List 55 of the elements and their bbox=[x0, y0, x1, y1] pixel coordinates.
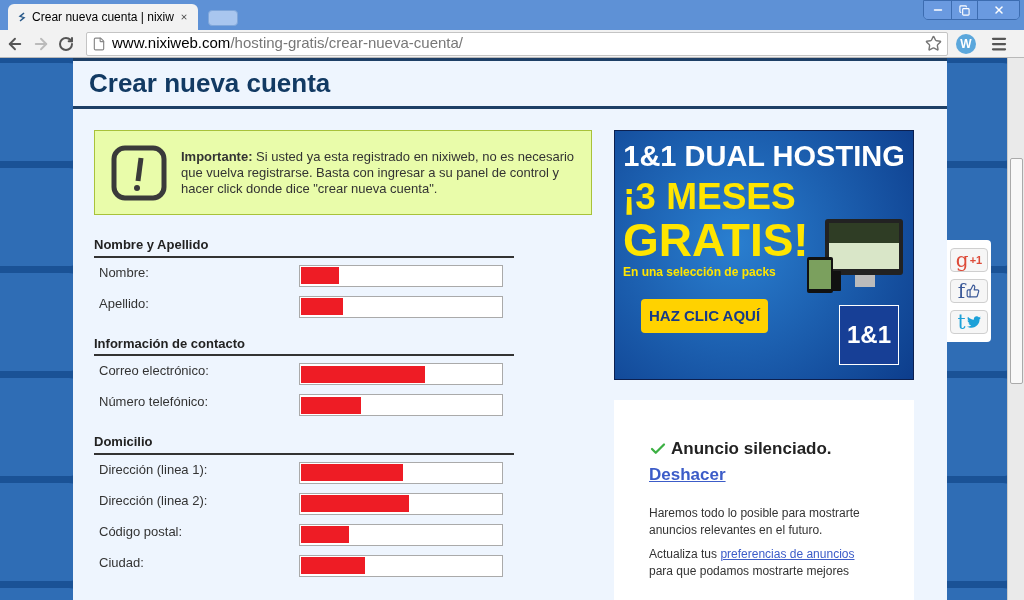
field-label: Dirección (linea 1): bbox=[98, 460, 209, 479]
google-letter: g bbox=[955, 250, 969, 270]
input-field[interactable] bbox=[299, 295, 503, 318]
section-heading: Nombre y Apellido bbox=[94, 235, 514, 258]
input-field[interactable] bbox=[299, 394, 503, 416]
input-field[interactable] bbox=[299, 264, 503, 287]
close-window-button[interactable] bbox=[977, 1, 1019, 19]
notice-text: Importante: Si usted ya esta registrado en nixiweb, no es necesario que vuelva registrarse. Basta con ingresar a su panel de control y hacer click donde dice "crear nueva cuenta". bbox=[181, 148, 576, 197]
field-label: Código postal: bbox=[98, 522, 184, 541]
ad-banner[interactable]: 1&1 DUAL HOSTING ¡3 MESES GRATIS! En una selección de packs HAZ CLIC AQUÍ 1&1 bbox=[614, 130, 914, 380]
scrollbar[interactable] bbox=[1007, 58, 1024, 600]
ad-notice-message: Haremos todo lo posible para mostrarte anuncios relevantes en el futuro. bbox=[649, 505, 861, 539]
page-title: Crear nueva cuenta bbox=[89, 67, 331, 100]
url-text: www.nixiweb.com/hosting-gratis/crear-nueva-cuenta/ bbox=[112, 33, 463, 54]
field-label: Correo electrónico: bbox=[98, 362, 210, 380]
browser-tab[interactable]: Crear nueva cuenta | nixiw bbox=[8, 4, 198, 30]
page-icon bbox=[92, 36, 106, 51]
field-label: Dirección (linea 2): bbox=[98, 491, 209, 510]
input-field[interactable] bbox=[299, 523, 503, 546]
input-field[interactable] bbox=[299, 461, 503, 484]
ad-notice-title: Anuncio silenciado. bbox=[671, 438, 832, 460]
input-field[interactable] bbox=[299, 554, 503, 577]
restore-icon bbox=[959, 4, 970, 16]
section-heading: Domicilio bbox=[94, 432, 514, 455]
tab-title: Crear nueva cuenta | nixiw bbox=[32, 9, 174, 26]
ad-offer: GRATIS! bbox=[623, 217, 809, 263]
facebook-letter: f bbox=[957, 281, 966, 301]
warning-icon bbox=[111, 144, 167, 201]
input-field[interactable] bbox=[299, 363, 503, 385]
undo-link[interactable]: Deshacer bbox=[649, 461, 726, 487]
ad-logo: 1&1 bbox=[839, 305, 899, 365]
field-label: Apellido: bbox=[98, 294, 150, 313]
close-icon bbox=[992, 4, 1005, 16]
restore-button[interactable] bbox=[951, 1, 977, 19]
ad-headline: 1&1 DUAL HOSTING bbox=[623, 139, 905, 173]
section-heading: Información de contacto bbox=[94, 333, 514, 356]
ad-notice-preferences: Actualiza tus preferencias de anuncios para que podamos mostrarte mejores bbox=[649, 546, 856, 580]
field-label: Ciudad: bbox=[98, 553, 145, 572]
bookmark-star-icon[interactable] bbox=[925, 35, 942, 52]
preferences-link[interactable]: preferencias de anuncios bbox=[720, 547, 855, 561]
plus-one-label: +1 bbox=[969, 252, 983, 268]
share-button[interactable]: f bbox=[950, 279, 988, 303]
field-label: Número telefónico: bbox=[98, 393, 210, 411]
minimize-button[interactable] bbox=[924, 1, 951, 19]
reload-icon[interactable] bbox=[58, 35, 74, 52]
twitter-letter: t bbox=[957, 312, 966, 332]
ad-offer: ¡3 MESES bbox=[623, 177, 796, 217]
address-bar[interactable]: www.nixiweb.com/hosting-gratis/crear-nueva-cuenta/ bbox=[86, 31, 948, 56]
ad-subline: En una selección de packs bbox=[623, 264, 776, 281]
bird-icon bbox=[966, 315, 981, 329]
field-label: Nombre: bbox=[98, 263, 150, 282]
ad-cta-button[interactable]: HAZ CLIC AQUÍ bbox=[641, 299, 769, 333]
site-icon bbox=[18, 9, 27, 25]
input-field[interactable] bbox=[299, 492, 503, 515]
thumbs-up-icon bbox=[966, 284, 981, 298]
